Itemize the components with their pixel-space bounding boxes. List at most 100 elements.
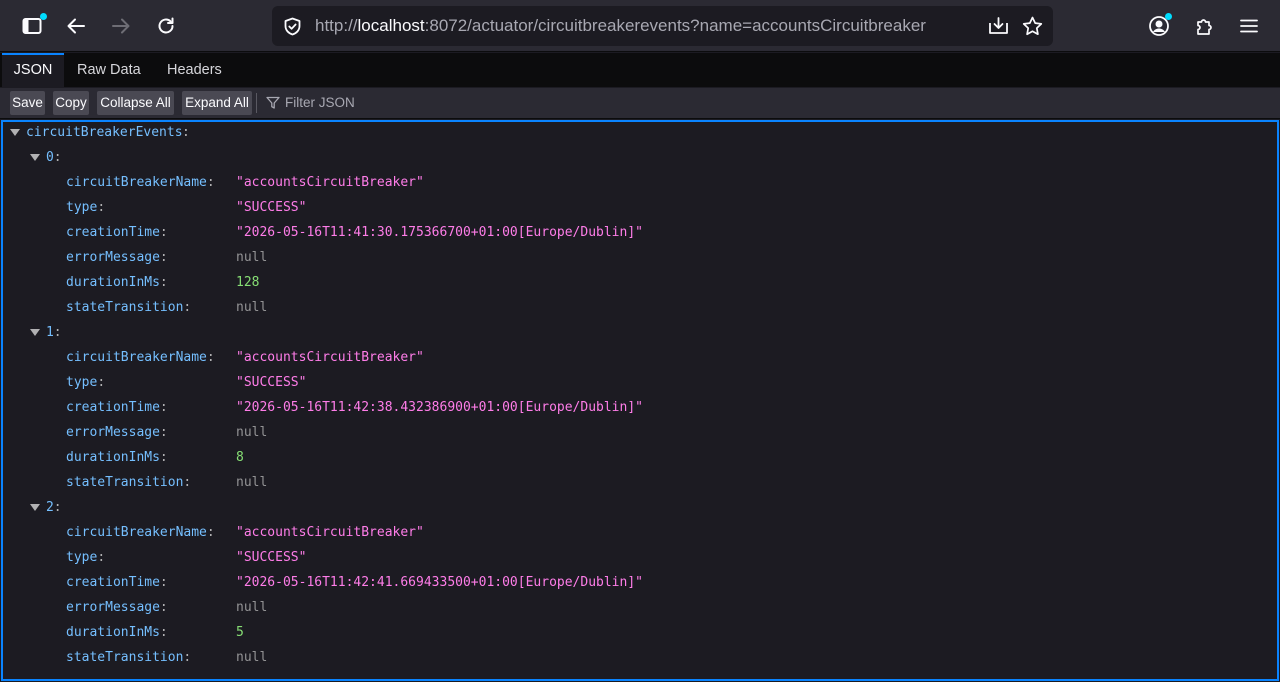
browser-toolbar: http://localhost:8072/actuator/circuitbr… bbox=[0, 0, 1280, 52]
json-value: null bbox=[236, 600, 268, 615]
json-colon: : bbox=[159, 425, 168, 440]
expand-toggle-icon[interactable] bbox=[30, 504, 40, 511]
extensions-icon[interactable] bbox=[1186, 8, 1222, 44]
json-value: 128 bbox=[236, 275, 260, 290]
json-key: durationInMs bbox=[66, 275, 160, 290]
tree-row-field[interactable]: errorMessage: null bbox=[66, 595, 1273, 620]
tree-row-field[interactable]: circuitBreakerName: "accountsCircuitBreak… bbox=[66, 345, 1273, 370]
json-key: type bbox=[66, 375, 98, 390]
json-key: type bbox=[66, 550, 98, 565]
toolbar-divider bbox=[256, 93, 257, 113]
account-notification-dot bbox=[1165, 13, 1172, 20]
tree-row-field[interactable]: circuitBreakerName: "accountsCircuitBreak… bbox=[66, 520, 1273, 545]
tree-row-event[interactable]: 0: bbox=[30, 145, 1273, 170]
json-colon: : bbox=[206, 175, 215, 190]
json-key: errorMessage bbox=[66, 425, 160, 440]
json-colon: : bbox=[159, 400, 168, 415]
json-key: creationTime bbox=[66, 225, 160, 240]
filter-placeholder: Filter JSON bbox=[285, 95, 355, 110]
json-value: "accountsCircuitBreaker" bbox=[236, 525, 424, 540]
menu-icon[interactable] bbox=[1231, 8, 1267, 44]
json-value: "accountsCircuitBreaker" bbox=[236, 350, 424, 365]
tree-row-field[interactable]: stateTransition: null bbox=[66, 295, 1273, 320]
tree-row-field[interactable]: type: "SUCCESS" bbox=[66, 545, 1273, 570]
json-value: "2026-05-16T11:42:41.669433500+01:00[Eur… bbox=[236, 575, 643, 590]
json-key: circuitBreakerEvents bbox=[26, 125, 183, 140]
save-button[interactable]: Save bbox=[10, 91, 45, 115]
tab-json[interactable]: JSON bbox=[2, 53, 64, 87]
viewer-tabs: JSON Raw Data Headers bbox=[0, 53, 1280, 87]
json-value: null bbox=[236, 425, 268, 440]
tree-row-event[interactable]: 1: bbox=[30, 320, 1273, 345]
filter-json-input[interactable]: Filter JSON bbox=[263, 91, 563, 115]
json-colon: : bbox=[97, 375, 106, 390]
tree-row-field[interactable]: stateTransition: null bbox=[66, 645, 1273, 670]
tree-row-field[interactable]: creationTime: "2026-05-16T11:42:41.669433… bbox=[66, 570, 1273, 595]
tree-row-field[interactable]: stateTransition: null bbox=[66, 470, 1273, 495]
json-colon: : bbox=[183, 300, 192, 315]
account-icon[interactable] bbox=[1141, 8, 1177, 44]
json-value: "SUCCESS" bbox=[236, 200, 307, 215]
json-key: type bbox=[66, 200, 98, 215]
json-value: "accountsCircuitBreaker" bbox=[236, 175, 424, 190]
json-value: 8 bbox=[236, 450, 244, 465]
tree-row-field[interactable]: type: "SUCCESS" bbox=[66, 195, 1273, 220]
json-colon: : bbox=[53, 150, 62, 165]
json-key: circuitBreakerName bbox=[66, 525, 207, 540]
json-key: errorMessage bbox=[66, 600, 160, 615]
json-colon: : bbox=[53, 500, 62, 515]
copy-button[interactable]: Copy bbox=[53, 91, 89, 115]
json-tree[interactable]: circuitBreakerEvents:0: circuitBreakerNam… bbox=[1, 120, 1279, 681]
bookmark-star-icon[interactable] bbox=[1022, 16, 1043, 41]
back-icon[interactable] bbox=[58, 8, 94, 44]
json-colon: : bbox=[206, 525, 215, 540]
address-bar[interactable]: http://localhost:8072/actuator/circuitbr… bbox=[272, 6, 1053, 46]
tree-row-event[interactable]: 2: bbox=[30, 495, 1273, 520]
tree-row-field[interactable]: durationInMs: 5 bbox=[66, 620, 1273, 645]
expand-toggle-icon[interactable] bbox=[10, 129, 20, 136]
json-colon: : bbox=[159, 450, 168, 465]
json-key: circuitBreakerName bbox=[66, 175, 207, 190]
tree-row-root[interactable]: circuitBreakerEvents: bbox=[10, 120, 1273, 145]
notification-dot bbox=[40, 13, 47, 20]
json-key: stateTransition bbox=[66, 475, 184, 490]
tree-row-field[interactable]: creationTime: "2026-05-16T11:41:30.175366… bbox=[66, 220, 1273, 245]
json-colon: : bbox=[159, 625, 168, 640]
sidebar-toggle-icon[interactable] bbox=[14, 8, 50, 44]
tree-row-field[interactable]: circuitBreakerName: "accountsCircuitBreak… bbox=[66, 170, 1273, 195]
tree-row-field[interactable]: durationInMs: 8 bbox=[66, 445, 1273, 470]
json-key: stateTransition bbox=[66, 650, 184, 665]
json-index-key: 0 bbox=[46, 150, 54, 165]
url-text[interactable]: http://localhost:8072/actuator/circuitbr… bbox=[315, 6, 926, 46]
tree-row-field[interactable]: type: "SUCCESS" bbox=[66, 370, 1273, 395]
expand-toggle-icon[interactable] bbox=[30, 154, 40, 161]
json-key: creationTime bbox=[66, 400, 160, 415]
json-value: "2026-05-16T11:41:30.175366700+01:00[Eur… bbox=[236, 225, 643, 240]
json-colon: : bbox=[97, 200, 106, 215]
json-value: 5 bbox=[236, 625, 244, 640]
expand-toggle-icon[interactable] bbox=[30, 329, 40, 336]
json-colon: : bbox=[97, 550, 106, 565]
tree-row-field[interactable]: errorMessage: null bbox=[66, 420, 1273, 445]
json-value: null bbox=[236, 250, 268, 265]
tab-raw-data[interactable]: Raw Data bbox=[77, 53, 141, 87]
json-key: durationInMs bbox=[66, 625, 160, 640]
forward-icon[interactable] bbox=[103, 8, 139, 44]
json-value: null bbox=[236, 300, 268, 315]
json-index-key: 1 bbox=[46, 325, 54, 340]
save-page-icon[interactable] bbox=[988, 16, 1009, 41]
json-colon: : bbox=[53, 325, 62, 340]
reload-icon[interactable] bbox=[148, 8, 184, 44]
json-value: null bbox=[236, 475, 268, 490]
tree-row-field[interactable]: creationTime: "2026-05-16T11:42:38.432386… bbox=[66, 395, 1273, 420]
json-value: "SUCCESS" bbox=[236, 375, 307, 390]
filter-icon bbox=[266, 96, 280, 109]
json-colon: : bbox=[183, 475, 192, 490]
tab-headers[interactable]: Headers bbox=[167, 53, 222, 87]
json-value: "2026-05-16T11:42:38.432386900+01:00[Eur… bbox=[236, 400, 643, 415]
expand-all-button[interactable]: Expand All bbox=[182, 91, 252, 115]
tree-row-field[interactable]: durationInMs: 128 bbox=[66, 270, 1273, 295]
collapse-all-button[interactable]: Collapse All bbox=[97, 91, 174, 115]
tree-row-field[interactable]: errorMessage: null bbox=[66, 245, 1273, 270]
security-shield-icon[interactable] bbox=[283, 17, 302, 41]
